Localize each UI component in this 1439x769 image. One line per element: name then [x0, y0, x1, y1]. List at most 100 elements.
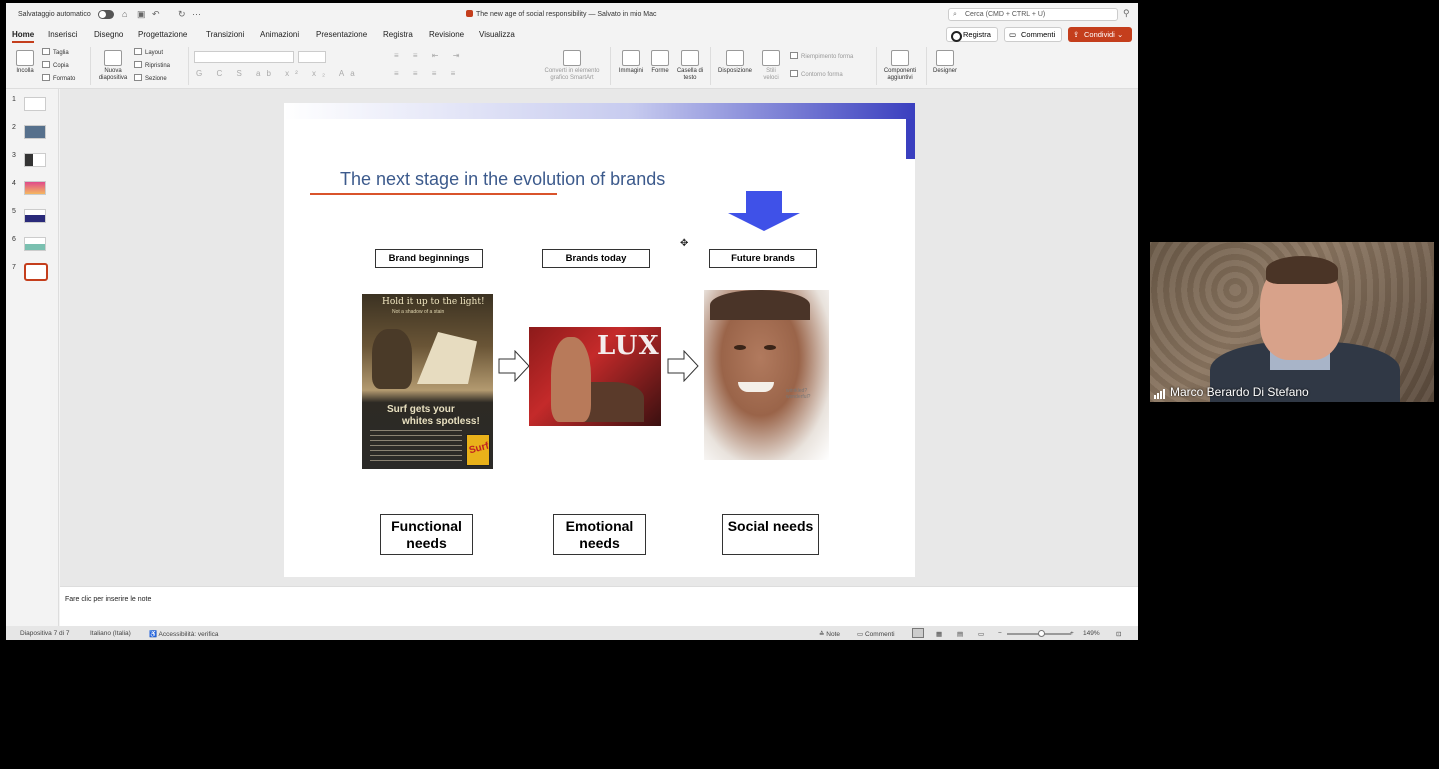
slide-thumbnail[interactable] [24, 209, 46, 223]
comments-toggle[interactable]: ▭ Commenti [857, 630, 895, 638]
label-brands-today[interactable]: Brands today [542, 249, 650, 268]
zoom-slider-knob[interactable] [1038, 630, 1045, 637]
align-icons[interactable]: ≡ ≡ ≡ ≡ [394, 69, 461, 78]
tab-presentazione[interactable]: Presentazione [316, 30, 367, 39]
designer-button[interactable]: Designer [930, 50, 960, 75]
designer-label: Designer [932, 68, 957, 74]
tab-visualizza[interactable]: Visualizza [479, 30, 515, 39]
slide-thumbnail[interactable] [24, 125, 46, 139]
quick-styles-label: Stili veloci [763, 68, 779, 81]
zoom-level[interactable]: 149% [1083, 630, 1100, 637]
text-format-icons[interactable]: G C S ab x² x₂ Aa [196, 69, 361, 78]
need-emotional[interactable]: Emotional needs [553, 514, 646, 555]
title-underline [310, 193, 557, 195]
smartart-button[interactable]: Converti in elemento grafico SmartArt [540, 50, 604, 82]
arrange-button[interactable]: Disposizione [714, 50, 756, 75]
slide-title[interactable]: The next stage in the evolution of brand… [340, 169, 665, 190]
right-arrow-icon [498, 350, 530, 382]
notes-pane[interactable]: Fare clic per inserire le note [60, 586, 1138, 626]
slide-counter: Diapositiva 7 di 7 [20, 630, 70, 637]
font-size-select[interactable] [298, 51, 326, 63]
tab-inserisci[interactable]: Inserisci [48, 30, 77, 39]
tab-transizioni[interactable]: Transizioni [206, 30, 244, 39]
ribbon-divider [926, 47, 927, 85]
zoom-out-icon[interactable]: − [998, 630, 1002, 637]
search-placeholder: Cerca (CMD + CTRL + U) [965, 11, 1046, 18]
format-painter-button[interactable]: Formato [42, 74, 75, 82]
cut-button[interactable]: Taglia [42, 48, 69, 56]
notes-toggle[interactable]: ≙ Note [819, 630, 840, 638]
home-icon[interactable]: ⌂ [122, 9, 127, 19]
label-brand-beginnings[interactable]: Brand beginnings [375, 249, 483, 268]
surf-pack: Surf [466, 434, 490, 466]
dove-face-image[interactable]: wrinkled? wonderful? [704, 290, 829, 460]
label-future-brands[interactable]: Future brands [709, 249, 817, 268]
document-title-text: The new age of social responsibility — S… [476, 11, 657, 18]
language-status[interactable]: Italiano (Italia) [90, 630, 131, 637]
slide-thumbnail[interactable] [24, 181, 46, 195]
shape-fill-button[interactable]: Riempimento forma [790, 52, 853, 60]
paste-button[interactable]: Incolla [14, 50, 36, 75]
tab-registra[interactable]: Registra [383, 30, 413, 39]
addins-button[interactable]: Componenti aggiuntivi [880, 50, 920, 82]
quick-styles-button[interactable]: Stili veloci [758, 50, 784, 82]
copy-button[interactable]: Copia [42, 61, 69, 69]
ad-subline: Not a shadow of a stain [392, 309, 445, 315]
slide-thumbnails-pane: 1 2 3 4 5 6 7 [6, 89, 59, 626]
comments-button-label: Commenti [1021, 30, 1056, 39]
slide-thumbnail[interactable] [24, 237, 46, 251]
tab-home[interactable]: Home [12, 30, 35, 43]
lux-logo-text: LUX [597, 331, 660, 361]
tab-progettazione[interactable]: Progettazione [138, 30, 187, 39]
images-button[interactable]: Immagini [616, 50, 646, 75]
share-link-icon[interactable]: ⚲ [1123, 8, 1130, 19]
format-label: Formato [53, 76, 76, 82]
sorter-view-icon[interactable]: ▦ [936, 630, 942, 638]
slide[interactable]: The next stage in the evolution of brand… [284, 103, 915, 577]
brush-icon [42, 74, 50, 81]
thumbnail-number: 1 [12, 96, 16, 103]
slide-thumbnail[interactable] [24, 153, 46, 167]
thumbnail-number: 2 [12, 124, 16, 131]
participant-video-tile[interactable]: Marco Berardo Di Stefano [1150, 242, 1434, 402]
new-slide-button[interactable]: Nuova diapositiva [98, 50, 128, 82]
save-icon[interactable]: ▣ [137, 9, 146, 20]
font-family-select[interactable] [194, 51, 294, 63]
shape-outline-button[interactable]: Contorno forma [790, 70, 843, 78]
zoom-in-icon[interactable]: + [1070, 630, 1074, 637]
more-icon[interactable]: ⋯ [192, 9, 201, 20]
ad-slogan-2: whites spotless! [402, 416, 480, 427]
layout-icon [134, 48, 142, 55]
reset-button[interactable]: Ripristina [134, 61, 170, 69]
fit-window-icon[interactable]: ⊡ [1116, 630, 1121, 638]
tab-animazioni[interactable]: Animazioni [260, 30, 299, 39]
reset-label: Ripristina [145, 63, 171, 69]
tab-revisione[interactable]: Revisione [429, 30, 464, 39]
slide-thumbnail-selected[interactable] [24, 263, 48, 281]
need-functional[interactable]: Functional needs [380, 514, 473, 555]
list-icons[interactable]: ≡ ≡ ⇤ ⇥ [394, 51, 465, 60]
slideshow-icon[interactable]: ▭ [978, 630, 984, 638]
slide-thumbnail[interactable] [24, 97, 46, 111]
normal-view-icon[interactable] [912, 628, 924, 638]
textbox-button[interactable]: Casella di testo [676, 50, 704, 82]
undo-icon[interactable]: ↶ [152, 9, 160, 20]
accessibility-status[interactable]: ♿ Accessibilità: verifica [149, 630, 219, 638]
share-icon: ⇪ [1073, 30, 1080, 39]
layout-button[interactable]: Layout [134, 48, 163, 56]
tab-disegno[interactable]: Disegno [94, 30, 123, 39]
autosave-toggle[interactable] [98, 10, 114, 19]
surf-ad-image[interactable]: Hold it up to the light! Not a shadow of… [362, 294, 493, 469]
lux-ad-image[interactable]: LUX [529, 327, 661, 426]
record-button[interactable]: Registra [946, 27, 998, 42]
need-social[interactable]: Social needs [722, 514, 819, 555]
redo-icon[interactable]: ↻ [178, 9, 186, 20]
search-input[interactable]: ⌕ Cerca (CMD + CTRL + U) [948, 8, 1118, 21]
comments-button[interactable]: ▭ Commenti [1004, 27, 1062, 42]
reading-view-icon[interactable]: ▤ [957, 630, 963, 638]
share-button[interactable]: ⇪ Condividi ⌄ [1068, 27, 1132, 42]
image-icon [622, 50, 640, 66]
section-button[interactable]: Sezione [134, 74, 167, 82]
styles-icon [762, 50, 780, 66]
shapes-button[interactable]: Forme [648, 50, 672, 75]
